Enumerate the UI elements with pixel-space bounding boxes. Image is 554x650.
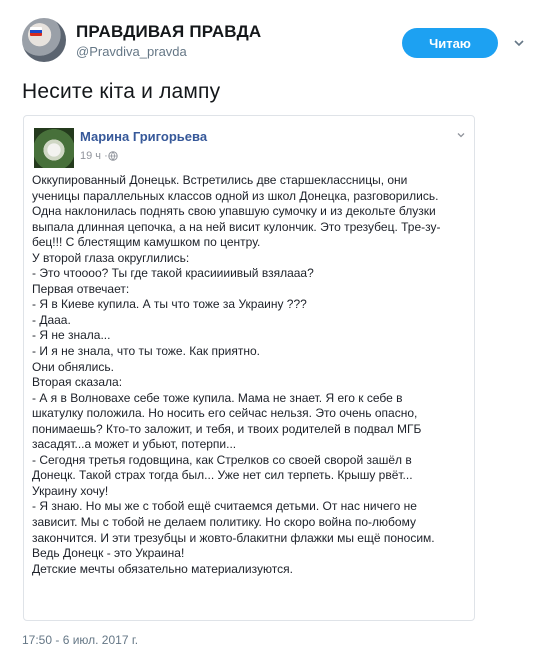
post-line: Они обнялись. [32,359,114,374]
post-author-avatar [34,128,74,168]
flag-icon [30,27,42,36]
post-line: - Я знаю. Но мы же с тобой ещё считаемся… [32,499,417,514]
post-line: засадят...а может и убьют, потерпи... [32,437,237,452]
post-menu-chevron-icon [457,133,465,138]
post-line: - Это чтоооо? Ты где такой красиииивый в… [32,266,314,281]
post-line: понимаешь? Кто-то заложит, и тебя, и тво… [32,421,422,436]
post-line: Донецк. Такой страх тогда был... Уже нет… [32,468,413,483]
post-body: Оккупированный Донецьк. Встретились две … [32,173,472,577]
author-handle[interactable]: @Pravdiva_pravda [76,44,187,59]
post-time: 19 ч · [80,150,108,162]
tweet-text: Несите кіта и лампу [22,80,221,103]
author-name[interactable]: ПРАВДИВАЯ ПРАВДА [76,22,261,42]
post-line: зависит. Мы с тобой не делаем политику. … [32,515,416,530]
post-line: - А я в Волновахе себе тоже купила. Мама… [32,390,403,405]
embedded-post-image[interactable]: Марина Григорьева 19 ч · Оккупированный … [23,115,475,621]
post-line: - Я не знала... [32,328,111,343]
author-avatar[interactable] [22,18,66,62]
tweet-timestamp[interactable]: 17:50 - 6 июл. 2017 г. [22,633,138,647]
post-line: Первая отвечает: [32,281,130,296]
post-line: закончится. И эти трезубцы и жовто-блаки… [32,530,435,545]
post-line: Оккупированный Донецьк. Встретились две … [32,173,408,187]
post-line: - Я в Киеве купила. А ты что тоже за Укр… [32,297,307,312]
post-line: ученицы параллельных классов одной из шк… [32,188,439,203]
globe-icon [108,151,118,161]
tweet-header: ПРАВДИВАЯ ПРАВДА @Pravdiva_pravda Читаю [0,0,554,70]
post-line: - Дааа. [32,312,71,327]
post-author-name: Марина Григорьева [80,129,208,144]
post-line: бец!!! С блестящим камушком по центру. [32,235,261,250]
post-line: - Сегодня третья годовщина, как Стрелков… [32,452,412,467]
post-line: Одна наклонилась поднять свою упавшую су… [32,204,436,219]
chevron-down-icon[interactable] [512,36,526,50]
post-line: Вторая сказала: [32,375,123,390]
post-line: Ведь Донецк - это Украина! [32,546,185,561]
post-line: У второй глаза округлились: [32,250,190,265]
post-line: выпала длинная цепочка, а на ней висит к… [32,219,441,234]
post-line: Детские мечты обязательно материализуютс… [32,561,293,576]
post-line: шкатулку положила. Но носить его сейчас … [32,406,418,421]
post-line: Украину хочу! [32,483,109,498]
post-line: - И я не знала, что ты тоже. Как приятно… [32,344,260,359]
following-button[interactable]: Читаю [402,28,498,58]
